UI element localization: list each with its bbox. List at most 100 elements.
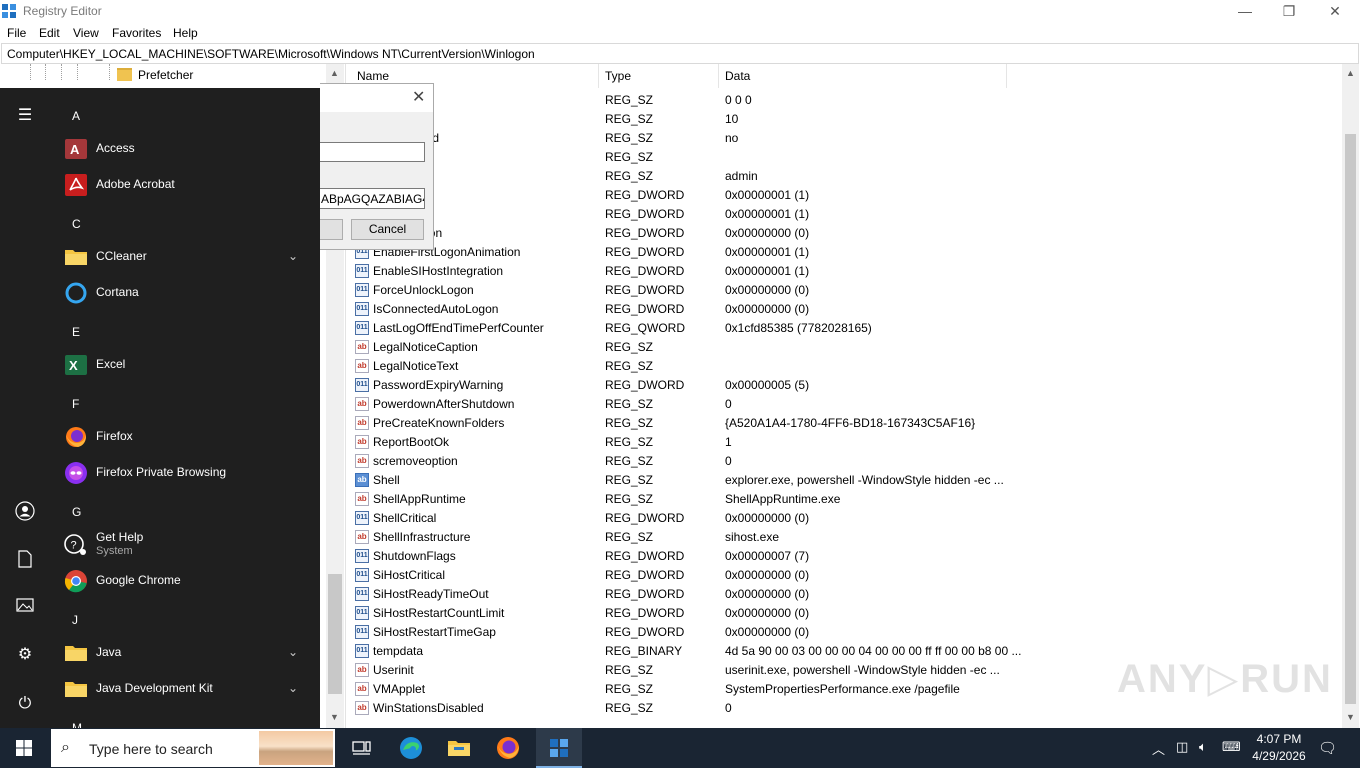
chevron-down-icon[interactable]: ⌄ bbox=[288, 249, 298, 263]
app-label: Google Chrome bbox=[96, 573, 181, 587]
app-item[interactable]: ? Get Help System bbox=[62, 529, 312, 561]
maximize-button[interactable]: ❐ bbox=[1266, 0, 1312, 23]
scroll-down-icon[interactable]: ▼ bbox=[1346, 712, 1355, 722]
app-item[interactable]: Adobe Acrobat bbox=[62, 169, 312, 201]
column-header-data[interactable]: Data bbox=[725, 69, 750, 83]
value-row[interactable]: 011 IsConnectedAutoLogon REG_DWORD 0x000000… bbox=[349, 300, 1342, 319]
start-button[interactable] bbox=[0, 728, 48, 768]
app-item[interactable]: Firefox bbox=[62, 421, 312, 453]
power-icon[interactable]: ⏻ bbox=[15, 694, 35, 714]
group-letter[interactable]: G bbox=[72, 505, 81, 519]
value-row[interactable]: 011 SiHostCritical REG_DWORD 0x00000000 (0) bbox=[349, 566, 1342, 585]
group-letter[interactable]: C bbox=[72, 217, 81, 231]
cancel-button[interactable]: Cancel bbox=[351, 219, 424, 240]
string-value-icon: ab bbox=[355, 359, 369, 373]
column-divider[interactable] bbox=[1006, 64, 1007, 88]
ok-button[interactable] bbox=[320, 219, 343, 240]
settings-gear-icon[interactable]: ⚙ bbox=[15, 645, 35, 665]
user-account-icon[interactable] bbox=[15, 501, 35, 521]
file-explorer-icon[interactable] bbox=[445, 734, 473, 762]
network-icon[interactable]: ◫ bbox=[1176, 739, 1188, 755]
scroll-up-icon[interactable]: ▲ bbox=[330, 68, 339, 78]
app-item[interactable]: Google Chrome bbox=[62, 565, 312, 597]
app-item[interactable]: CCleaner ⌄ bbox=[62, 241, 312, 273]
app-item[interactable]: Java Development Kit ⌄ bbox=[62, 673, 312, 705]
value-row[interactable]: abNameREG_SZadmin bbox=[349, 167, 1342, 186]
group-letter[interactable]: M bbox=[72, 721, 82, 728]
value-row[interactable]: 011 ShutdownFlags REG_DWORD 0x00000007 (7) bbox=[349, 547, 1342, 566]
chevron-down-icon[interactable]: ⌄ bbox=[288, 681, 298, 695]
value-row[interactable]: 011 LastLogOffEndTimePerfCounter REG_QWORD… bbox=[349, 319, 1342, 338]
volume-icon[interactable]: 🔈︎ bbox=[1199, 739, 1207, 755]
taskbar-search-box[interactable]: ⌕ Type here to search bbox=[50, 728, 336, 768]
value-data: 0x00000001 (1) bbox=[725, 264, 810, 278]
value-row[interactable]: abdREG_SZ0 0 0 bbox=[349, 91, 1342, 110]
list-scrollbar[interactable]: ▲ ▼ bbox=[1342, 64, 1359, 728]
app-item[interactable]: X Excel bbox=[62, 349, 312, 381]
values-list[interactable]: Name Type Data abdREG_SZ0 0 0abonsCountR… bbox=[349, 64, 1342, 728]
value-row[interactable]: 011 SiHostReadyTimeOut REG_DWORD 0x00000000… bbox=[349, 585, 1342, 604]
scroll-down-icon[interactable]: ▼ bbox=[330, 712, 339, 722]
task-view-icon[interactable] bbox=[348, 734, 376, 762]
value-name-field[interactable] bbox=[320, 142, 425, 162]
app-item[interactable]: A Access bbox=[62, 133, 312, 165]
column-header-type[interactable]: Type bbox=[605, 69, 631, 83]
value-row[interactable]: ab PreCreateKnownFolders REG_SZ {A520A1A4-1… bbox=[349, 414, 1342, 433]
value-row[interactable]: 011 PasswordExpiryWarning REG_DWORD 0x00000… bbox=[349, 376, 1342, 395]
column-header-name[interactable]: Name bbox=[357, 69, 389, 83]
menu-edit[interactable]: Edit bbox=[39, 26, 60, 40]
value-row[interactable]: 011kWorkstationREG_DWORD0x00000000 (0) bbox=[349, 224, 1342, 243]
language-icon[interactable]: ⌨ bbox=[1222, 739, 1241, 755]
group-letter[interactable]: J bbox=[72, 613, 78, 627]
app-item[interactable]: Firefox Private Browsing bbox=[62, 457, 312, 489]
value-row[interactable]: ab LegalNoticeCaption REG_SZ bbox=[349, 338, 1342, 357]
value-row[interactable]: aberCommandREG_SZno bbox=[349, 129, 1342, 148]
scroll-thumb[interactable] bbox=[328, 574, 342, 694]
value-row[interactable]: ab scremoveoption REG_SZ 0 bbox=[349, 452, 1342, 471]
group-letter[interactable]: E bbox=[72, 325, 80, 339]
close-button[interactable]: ✕ bbox=[1312, 0, 1358, 23]
value-row[interactable]: ab ShellAppRuntime REG_SZ ShellAppRuntime.e… bbox=[349, 490, 1342, 509]
value-row[interactable]: ab Shell REG_SZ explorer.exe, powershell -W… bbox=[349, 471, 1342, 490]
column-divider[interactable] bbox=[598, 64, 599, 88]
notifications-icon[interactable]: 🗨︎ bbox=[1318, 739, 1337, 757]
value-row[interactable]: abonsCountREG_SZ10 bbox=[349, 110, 1342, 129]
value-row[interactable]: 011 ForceUnlockLogon REG_DWORD 0x00000000 (… bbox=[349, 281, 1342, 300]
documents-icon[interactable] bbox=[15, 550, 35, 570]
value-row[interactable]: ab ShellInfrastructure REG_SZ sihost.exe bbox=[349, 528, 1342, 547]
value-row[interactable]: 011 SiHostRestartTimeGap REG_DWORD 0x000000… bbox=[349, 623, 1342, 642]
app-item[interactable]: Cortana bbox=[62, 277, 312, 309]
value-row[interactable]: ab ReportBootOk REG_SZ 1 bbox=[349, 433, 1342, 452]
clock[interactable]: 4:07 PM 4/29/2026 bbox=[1244, 731, 1314, 765]
value-row[interactable]: 011 SiHostRestartCountLimit REG_DWORD 0x000… bbox=[349, 604, 1342, 623]
show-hidden-icons-chevron-icon[interactable]: ︿ bbox=[1152, 739, 1165, 758]
dialog-close-icon[interactable]: ✕ bbox=[412, 87, 425, 107]
menu-view[interactable]: View bbox=[73, 26, 99, 40]
value-row[interactable]: 011REG_DWORD0x00000001 (1) bbox=[349, 205, 1342, 224]
pictures-icon[interactable] bbox=[15, 598, 35, 618]
app-item[interactable]: Java ⌄ bbox=[62, 637, 312, 669]
group-letter[interactable]: F bbox=[72, 397, 79, 411]
address-bar[interactable]: Computer\HKEY_LOCAL_MACHINE\SOFTWARE\Mic… bbox=[1, 43, 1359, 64]
menu-help[interactable]: Help bbox=[173, 26, 198, 40]
column-divider[interactable] bbox=[718, 64, 719, 88]
scroll-thumb[interactable] bbox=[1345, 134, 1356, 704]
menu-favorites[interactable]: Favorites bbox=[112, 26, 161, 40]
menu-file[interactable]: File bbox=[7, 26, 26, 40]
edge-icon[interactable] bbox=[397, 734, 425, 762]
value-row[interactable]: 011 ShellCritical REG_DWORD 0x00000000 (0) bbox=[349, 509, 1342, 528]
value-data-field[interactable]: ABpAGQAZABIAG4A bbox=[320, 188, 425, 209]
firefox-taskbar-icon[interactable] bbox=[494, 734, 522, 762]
minimize-button[interactable]: — bbox=[1222, 0, 1268, 23]
value-row[interactable]: 011 EnableSIHostIntegration REG_DWORD 0x000… bbox=[349, 262, 1342, 281]
registry-editor-taskbar-icon[interactable] bbox=[545, 734, 573, 762]
chevron-down-icon[interactable]: ⌄ bbox=[288, 645, 298, 659]
value-row[interactable]: 011tButtonREG_DWORD0x00000001 (1) bbox=[349, 186, 1342, 205]
value-row[interactable]: ab LegalNoticeText REG_SZ bbox=[349, 357, 1342, 376]
group-letter[interactable]: A bbox=[72, 109, 80, 123]
hamburger-menu-icon[interactable]: ☰ bbox=[15, 106, 35, 126]
scroll-up-icon[interactable]: ▲ bbox=[1346, 68, 1355, 78]
value-row[interactable]: ab PowerdownAfterShutdown REG_SZ 0 bbox=[349, 395, 1342, 414]
value-row[interactable]: 011 EnableFirstLogonAnimation REG_DWORD 0x0… bbox=[349, 243, 1342, 262]
value-row[interactable]: abainNameREG_SZ bbox=[349, 148, 1342, 167]
